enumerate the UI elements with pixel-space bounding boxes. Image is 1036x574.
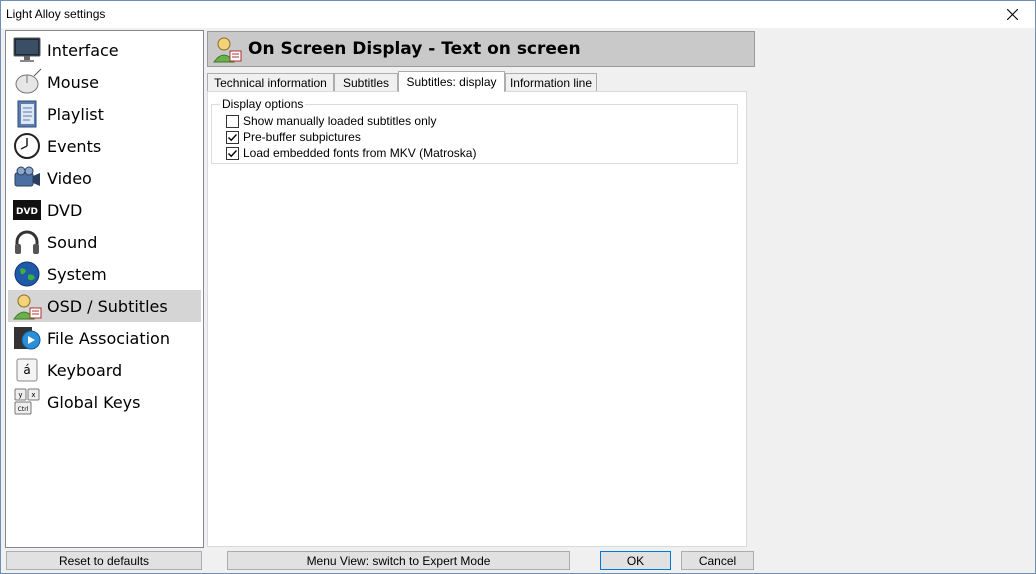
svg-text:á: á <box>23 363 30 377</box>
sidebar-item-system[interactable]: System <box>8 258 201 290</box>
sidebar-item-label: Sound <box>47 232 98 252</box>
title-bar[interactable]: Light Alloy settings <box>1 1 1035 28</box>
person-subtitles-icon <box>11 291 43 321</box>
display-options-group: Display options Show manually loaded sub… <box>211 97 738 164</box>
sidebar-item-label: System <box>47 264 107 284</box>
svg-text:y: y <box>18 391 22 399</box>
notebook-icon <box>11 99 43 129</box>
checkbox[interactable] <box>226 114 239 128</box>
sidebar-item-label: Interface <box>47 40 119 60</box>
clock-icon <box>11 131 43 161</box>
mouse-icon <box>11 67 43 97</box>
settings-window: Light Alloy settings Interface Mouse Pla… <box>0 0 1036 574</box>
show-manual-subtitles-option[interactable]: Show manually loaded subtitles only <box>226 114 436 128</box>
pre-buffer-subpictures-option[interactable]: Pre-buffer subpictures <box>226 130 361 144</box>
sidebar-item-events[interactable]: Events <box>8 130 201 162</box>
sidebar-item-label: Keyboard <box>47 360 123 380</box>
section-header: On Screen Display - Text on screen <box>207 31 755 67</box>
sidebar-item-global-keys[interactable]: y x Ctrl Global Keys <box>8 386 201 418</box>
tab-content-panel: Display options Show manually loaded sub… <box>207 91 747 547</box>
checkbox-label: Load embedded fonts from MKV (Matroska) <box>243 146 477 160</box>
camcorder-icon <box>11 163 43 193</box>
group-label: Display options <box>220 97 306 111</box>
checkmark-icon <box>228 133 238 141</box>
checkbox[interactable] <box>226 130 239 144</box>
sidebar-item-keyboard[interactable]: á Keyboard <box>8 354 201 386</box>
sidebar-item-playlist[interactable]: Playlist <box>8 98 201 130</box>
tab-subtitles-display[interactable]: Subtitles: display <box>398 71 505 92</box>
checkbox-label: Show manually loaded subtitles only <box>243 114 437 128</box>
checkbox[interactable] <box>226 146 239 160</box>
sidebar-item-label: File Association <box>47 328 170 348</box>
dvd-icon: DVD <box>11 195 43 225</box>
sidebar-item-mouse[interactable]: Mouse <box>8 66 201 98</box>
globe-icon <box>11 259 43 289</box>
sidebar-item-sound[interactable]: Sound <box>8 226 201 258</box>
svg-text:DVD: DVD <box>16 207 38 217</box>
sidebar-item-label: DVD <box>47 200 83 220</box>
cancel-button[interactable]: Cancel <box>681 551 754 570</box>
settings-category-list: Interface Mouse Playlist Events Video DV… <box>5 30 204 548</box>
page-title: On Screen Display - Text on screen <box>248 39 581 59</box>
close-icon <box>1006 9 1018 20</box>
sidebar-item-osd-subtitles[interactable]: OSD / Subtitles <box>8 290 201 322</box>
close-button[interactable] <box>989 1 1035 28</box>
checkmark-icon <box>228 149 238 157</box>
tab-information-line[interactable]: Information line <box>505 73 597 91</box>
sidebar-item-label: Global Keys <box>47 392 141 412</box>
sidebar-item-label: OSD / Subtitles <box>47 296 168 316</box>
sidebar-item-label: Video <box>47 168 92 188</box>
sidebar-item-label: Playlist <box>47 104 104 124</box>
tab-technical-information[interactable]: Technical information <box>207 73 334 91</box>
media-file-icon <box>11 323 43 353</box>
key-icon: á <box>11 355 43 385</box>
svg-text:Ctrl: Ctrl <box>18 406 29 413</box>
load-embedded-fonts-option[interactable]: Load embedded fonts from MKV (Matroska) <box>226 146 476 160</box>
svg-text:x: x <box>31 391 35 399</box>
keyboard-keys-icon: y x Ctrl <box>11 387 43 417</box>
sidebar-item-label: Events <box>47 136 102 156</box>
headphones-icon <box>11 227 43 257</box>
person-subtitles-icon <box>210 33 244 65</box>
sidebar-item-video[interactable]: Video <box>8 162 201 194</box>
sidebar-item-file-association[interactable]: File Association <box>8 322 201 354</box>
switch-expert-mode-button[interactable]: Menu View: switch to Expert Mode <box>227 551 570 570</box>
monitor-icon <box>11 35 43 65</box>
tab-subtitles[interactable]: Subtitles <box>334 73 398 91</box>
window-title: Light Alloy settings <box>6 7 106 21</box>
sidebar-item-interface[interactable]: Interface <box>8 34 201 66</box>
checkbox-label: Pre-buffer subpictures <box>243 130 361 144</box>
reset-to-defaults-button[interactable]: Reset to defaults <box>6 551 202 570</box>
sidebar-item-dvd[interactable]: DVD DVD <box>8 194 201 226</box>
sidebar-item-label: Mouse <box>47 72 99 92</box>
ok-button[interactable]: OK <box>600 551 671 570</box>
